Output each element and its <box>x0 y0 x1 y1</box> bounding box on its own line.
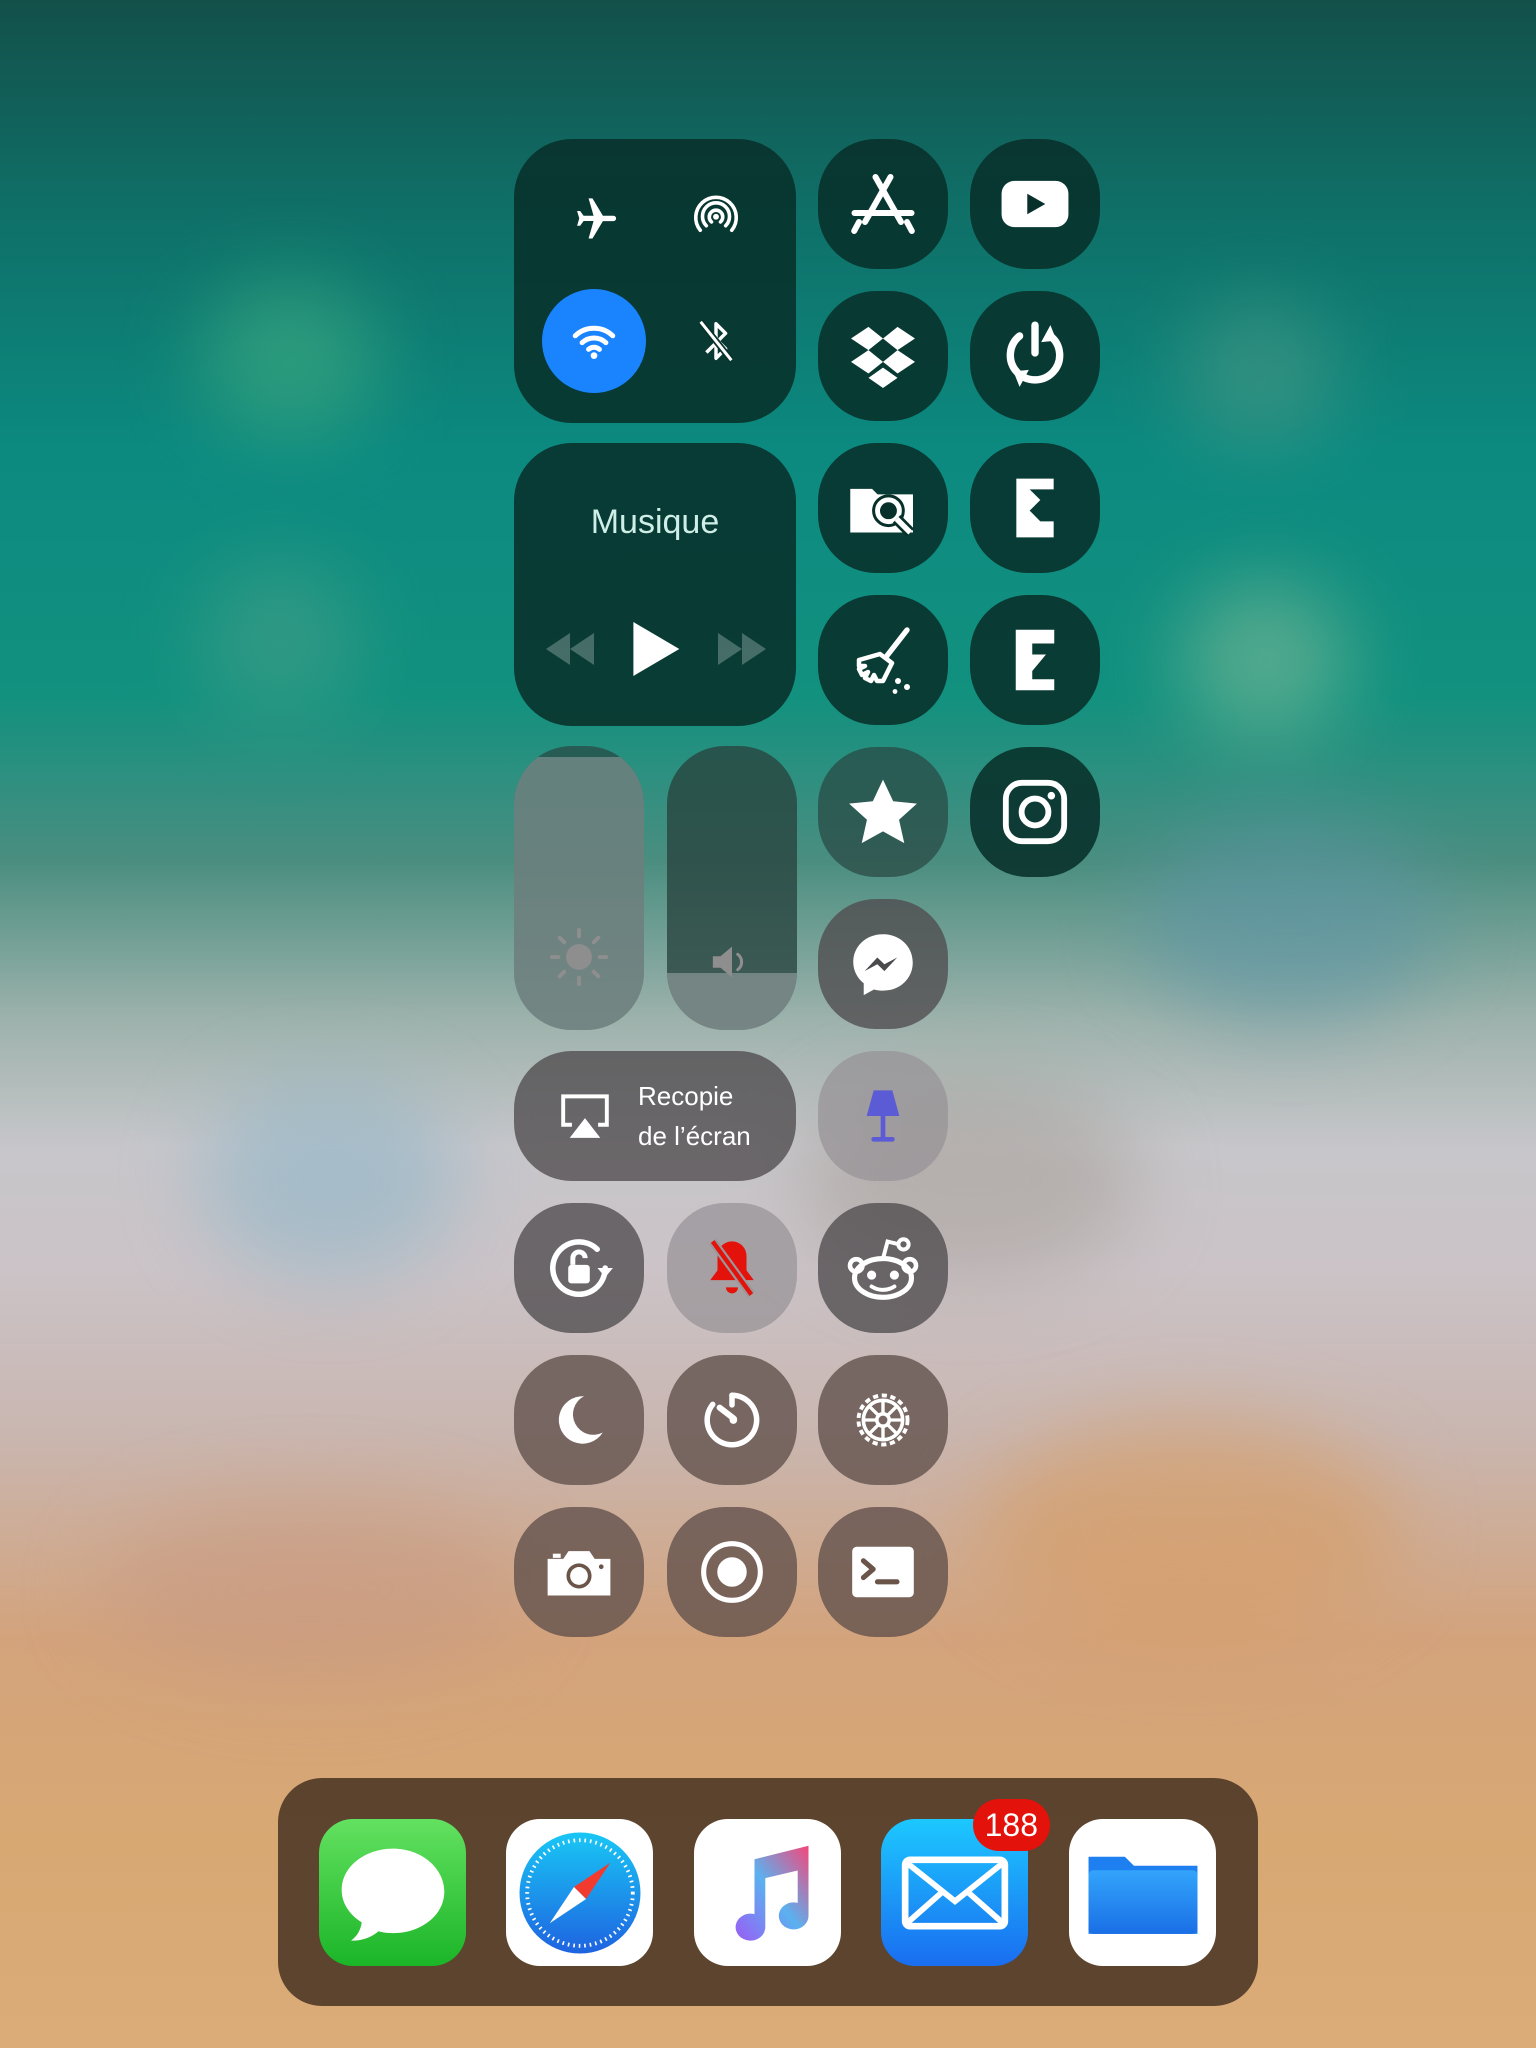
silent-bell-icon <box>709 1238 755 1298</box>
timer-icon <box>704 1392 760 1448</box>
settings-button[interactable] <box>818 1355 948 1485</box>
silent-mode-button[interactable] <box>667 1203 797 1333</box>
youtube-icon <box>1001 180 1069 228</box>
reddit-button[interactable] <box>818 1203 948 1333</box>
airplane-toggle[interactable] <box>542 167 646 271</box>
do-not-disturb-button[interactable] <box>514 1355 644 1485</box>
airplay-icon <box>561 1094 609 1138</box>
folder-search-icon <box>850 488 915 537</box>
next-track-icon[interactable] <box>714 629 770 669</box>
messages-icon <box>341 1848 444 1941</box>
app-store-button[interactable] <box>818 139 948 269</box>
terminal-button[interactable] <box>818 1507 948 1637</box>
bluetooth-toggle[interactable] <box>664 289 768 393</box>
screen-record-button[interactable] <box>667 1507 797 1637</box>
brightness-icon <box>549 927 609 987</box>
control-center: Musique Recopie de l’écran <box>0 0 1536 2048</box>
e-jailbreak-button[interactable] <box>970 595 1100 725</box>
music-title: Musique <box>590 503 720 541</box>
instagram-icon <box>1002 779 1068 845</box>
orientation-lock-button[interactable] <box>514 1203 644 1333</box>
broom-clean-icon <box>856 627 910 694</box>
mail-icon <box>901 1855 1008 1930</box>
orientation-lock-icon <box>550 1239 613 1298</box>
messenger-icon <box>853 934 913 996</box>
favorites-button[interactable] <box>818 747 948 877</box>
play-icon[interactable] <box>628 619 682 679</box>
screen-mirroring-button[interactable]: Recopie de l’écran <box>514 1051 796 1181</box>
speaker-icon <box>712 946 744 978</box>
power-restart-icon <box>1006 321 1064 387</box>
electra-icon <box>1016 478 1054 538</box>
wifi-toggle[interactable] <box>542 289 646 393</box>
safari-icon <box>519 1832 640 1953</box>
wifi-icon <box>572 325 616 359</box>
moon-icon <box>558 1396 603 1444</box>
power-restart-button[interactable] <box>970 291 1100 421</box>
youtube-button[interactable] <box>970 139 1100 269</box>
star-icon <box>849 779 917 844</box>
electra-button[interactable] <box>970 443 1100 573</box>
previous-track-icon[interactable] <box>542 629 598 669</box>
music-icon <box>735 1845 809 1941</box>
settings-gear-icon <box>856 1393 910 1447</box>
messenger-button[interactable] <box>818 899 948 1029</box>
dock: 188 <box>278 1778 1258 2006</box>
safari-app[interactable] <box>506 1819 653 1966</box>
screen-record-icon <box>701 1541 763 1603</box>
app-store-icon <box>851 174 915 234</box>
timer-button[interactable] <box>667 1355 797 1485</box>
connectivity-module <box>514 139 796 423</box>
e-jailbreak-icon <box>1015 629 1055 691</box>
dropbox-icon <box>851 326 915 388</box>
bluetooth-off-icon <box>698 319 734 363</box>
screen-mirroring-line1: Recopie <box>638 1081 734 1111</box>
files-app[interactable] <box>1069 1819 1216 1966</box>
brightness-slider[interactable] <box>514 746 644 1030</box>
reddit-icon <box>847 1237 919 1300</box>
camera-icon <box>547 1551 611 1596</box>
brightness-fill <box>514 757 644 1030</box>
airplane-icon <box>577 198 617 239</box>
lamp-button[interactable] <box>818 1051 948 1181</box>
screen-mirroring-label: Recopie de l’écran <box>638 1076 751 1156</box>
folder-search-button[interactable] <box>818 443 948 573</box>
dropbox-button[interactable] <box>818 291 948 421</box>
cleaner-button[interactable] <box>818 595 948 725</box>
mail-app[interactable]: 188 <box>881 1799 1050 1966</box>
files-icon <box>1088 1856 1197 1934</box>
airdrop-toggle[interactable] <box>664 167 768 271</box>
music-module[interactable]: Musique <box>514 443 796 726</box>
airdrop-icon <box>693 195 739 233</box>
music-app[interactable] <box>694 1819 841 1966</box>
screen-mirroring-line2: de l’écran <box>638 1121 751 1151</box>
camera-button[interactable] <box>514 1507 644 1637</box>
instagram-button[interactable] <box>970 747 1100 877</box>
mail-badge: 188 <box>972 1799 1050 1851</box>
terminal-icon <box>852 1546 914 1598</box>
lamp-icon <box>866 1090 900 1142</box>
messages-app[interactable] <box>319 1819 466 1966</box>
volume-slider[interactable] <box>667 746 797 1030</box>
music-controls <box>514 613 796 683</box>
